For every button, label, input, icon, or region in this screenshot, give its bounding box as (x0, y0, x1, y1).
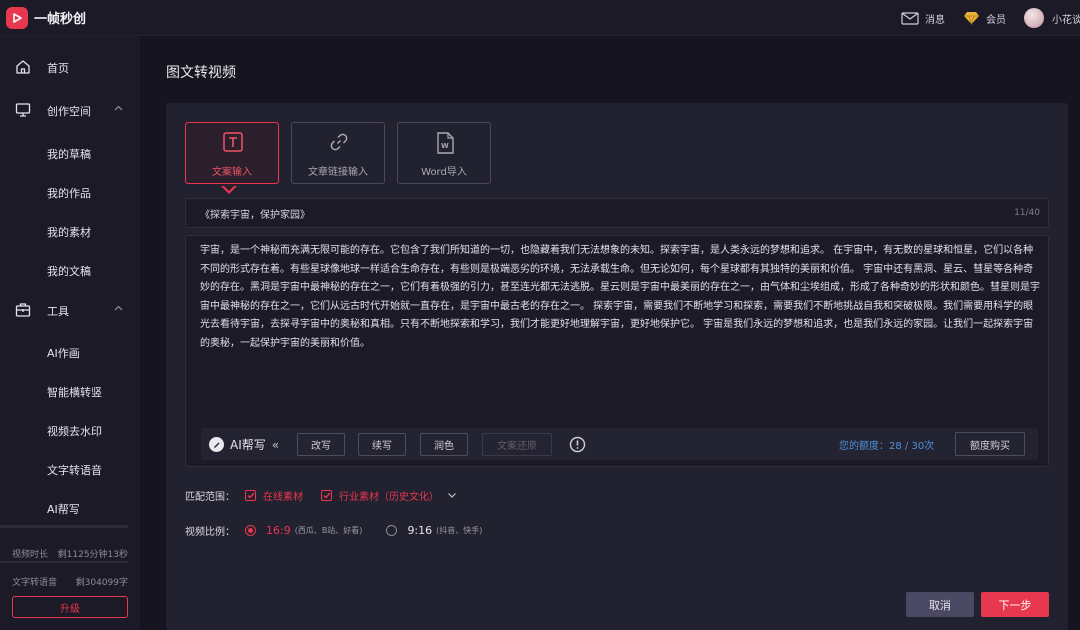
user-menu[interactable]: 小花谈 (1024, 8, 1080, 28)
content-textarea[interactable]: 宇宙，是一个神秘而充满无限可能的存在。它包含了我们所知道的一切，也隐藏着我们无法… (185, 235, 1049, 467)
messages-label: 消息 (925, 14, 945, 26)
video-ratio-row: 视频比例： 16:9 (西瓜、B站、好看) 9:16 (抖音、快手) (185, 523, 506, 538)
video-duration-usage: 视频时长 剩1125分钟13秒 (12, 547, 128, 560)
app-name: 一帧秒创 (34, 12, 87, 27)
ratio-value: 9:16 (407, 524, 433, 537)
tab-label: 文案输入 (212, 167, 252, 178)
app-logo[interactable]: 一帧秒创 (0, 6, 87, 29)
radio-unselected-icon (386, 525, 398, 536)
sidebar-item-manuscripts[interactable]: 我的文稿 (47, 263, 91, 279)
svg-text:W: W (441, 142, 449, 150)
sidebar-item-label: 首页 (47, 62, 69, 75)
content-text: 宇宙，是一个神秘而充满无限可能的存在。它包含了我们所知道的一切，也隐藏着我们无法… (200, 245, 1040, 349)
usage-value: 剩304099字 (75, 578, 128, 588)
user-name: 小花谈 (1052, 14, 1080, 26)
option-label: 行业素材（历史文化） (339, 492, 439, 503)
checkbox-industry-materials[interactable]: 行业素材（历史文化） (321, 488, 439, 503)
monitor-icon (15, 103, 31, 117)
play-logo-icon (6, 6, 28, 29)
sidebar-item-works[interactable]: 我的作品 (47, 185, 91, 201)
usage-label: 视频时长 (12, 550, 49, 560)
checkbox-checked-icon (321, 490, 332, 501)
top-bar: 一帧秒创 消息 会员 小花谈 (0, 0, 1080, 36)
messages-button[interactable]: 消息 (901, 11, 945, 26)
text-icon (223, 132, 243, 152)
chevron-down-icon[interactable] (447, 492, 457, 499)
main-panel: 文案输入 文章链接输入 W Word导入 《探索宇宙，保护家园》 11/40 宇… (166, 103, 1068, 630)
vip-button[interactable]: 会员 (963, 11, 1006, 26)
polish-button[interactable]: 润色 (420, 433, 468, 456)
title-input-value: 《探索宇宙，保护家园》 (200, 209, 310, 221)
upgrade-button[interactable]: 升级 (12, 596, 128, 618)
ratio-desc: (抖音、快手) (436, 526, 483, 535)
sidebar-item-tools[interactable]: 工具 (0, 295, 140, 325)
usage-label: 文字转语音 (12, 578, 58, 588)
home-icon (16, 60, 30, 74)
chevron-up-icon (114, 105, 123, 111)
sidebar-item-remove-watermark[interactable]: 视频去水印 (47, 423, 102, 439)
diamond-icon (964, 12, 979, 25)
info-icon[interactable] (569, 436, 586, 453)
match-scope-label: 匹配范围： (185, 492, 235, 503)
word-file-icon: W (437, 132, 454, 154)
sidebar-item-materials[interactable]: 我的素材 (47, 224, 91, 240)
chevron-up-icon (114, 305, 123, 311)
usage-value: 剩1125分钟13秒 (57, 550, 128, 560)
tab-text-input[interactable]: 文案输入 (185, 122, 279, 184)
vip-label: 会员 (986, 14, 1006, 26)
checkbox-checked-icon (245, 490, 256, 501)
radio-ratio-16-9[interactable]: 16:9 (西瓜、B站、好看) (245, 524, 386, 537)
sidebar-item-home[interactable]: 首页 (0, 52, 140, 82)
divider (0, 525, 128, 528)
tab-pointer-inner (223, 185, 235, 191)
ai-brand-label: AI帮写 (230, 438, 266, 452)
match-scope-row: 匹配范围： 在线素材 行业素材（历史文化） (185, 488, 457, 503)
tab-label: Word导入 (421, 167, 467, 178)
sidebar-item-creation-space[interactable]: 创作空间 (0, 95, 140, 125)
continue-writing-button[interactable]: 续写 (358, 433, 406, 456)
radio-ratio-9-16[interactable]: 9:16 (抖音、快手) (386, 524, 506, 537)
ratio-value: 16:9 (266, 524, 291, 537)
ai-pen-icon (209, 437, 224, 452)
buy-quota-button[interactable]: 额度购买 (955, 432, 1025, 456)
sidebar-item-label: 创作空间 (47, 105, 91, 118)
sidebar-item-label: 工具 (47, 305, 69, 318)
page-title: 图文转视频 (166, 65, 236, 81)
sidebar-item-ai-painting[interactable]: AI作画 (47, 345, 80, 361)
title-char-count: 11/40 (1014, 208, 1040, 218)
tts-usage: 文字转语音 剩304099字 (12, 575, 128, 588)
radio-selected-icon (245, 525, 256, 536)
usage-bar (0, 561, 128, 563)
ratio-desc: (西瓜、B站、好看) (294, 526, 363, 535)
sidebar: 首页 创作空间 我的草稿 我的作品 我的素材 我的文稿 工具 AI作画 智能横转… (0, 36, 140, 630)
rewrite-button[interactable]: 改写 (297, 433, 345, 456)
sidebar-item-landscape-to-portrait[interactable]: 智能横转竖 (47, 384, 102, 400)
ai-brand[interactable]: AI帮写 « (209, 436, 279, 453)
avatar (1024, 8, 1044, 28)
sidebar-item-drafts[interactable]: 我的草稿 (47, 146, 91, 162)
checkbox-online-materials[interactable]: 在线素材 (245, 488, 303, 503)
sidebar-item-ai-writing[interactable]: AI帮写 (47, 501, 80, 517)
next-step-button[interactable]: 下一步 (981, 592, 1049, 617)
tab-article-link[interactable]: 文章链接输入 (291, 122, 385, 184)
toolbox-icon (15, 303, 31, 317)
title-input[interactable]: 《探索宇宙，保护家园》 11/40 (185, 198, 1049, 228)
tab-word-import[interactable]: W Word导入 (397, 122, 491, 184)
quota-text: 您的额度：28 / 30次 (839, 441, 935, 452)
mail-icon (901, 11, 919, 25)
collapse-icon[interactable]: « (272, 438, 279, 452)
tab-label: 文章链接输入 (308, 167, 368, 178)
option-label: 在线素材 (263, 492, 303, 503)
sidebar-item-text-to-speech[interactable]: 文字转语音 (47, 462, 102, 478)
cancel-button[interactable]: 取消 (906, 592, 974, 617)
video-ratio-label: 视频比例： (185, 527, 235, 538)
restore-text-button[interactable]: 文案还原 (482, 433, 552, 456)
ai-toolbar: AI帮写 « 改写 续写 润色 文案还原 您的额度：28 / 30次 额度购买 (201, 428, 1038, 460)
link-icon (330, 133, 348, 151)
